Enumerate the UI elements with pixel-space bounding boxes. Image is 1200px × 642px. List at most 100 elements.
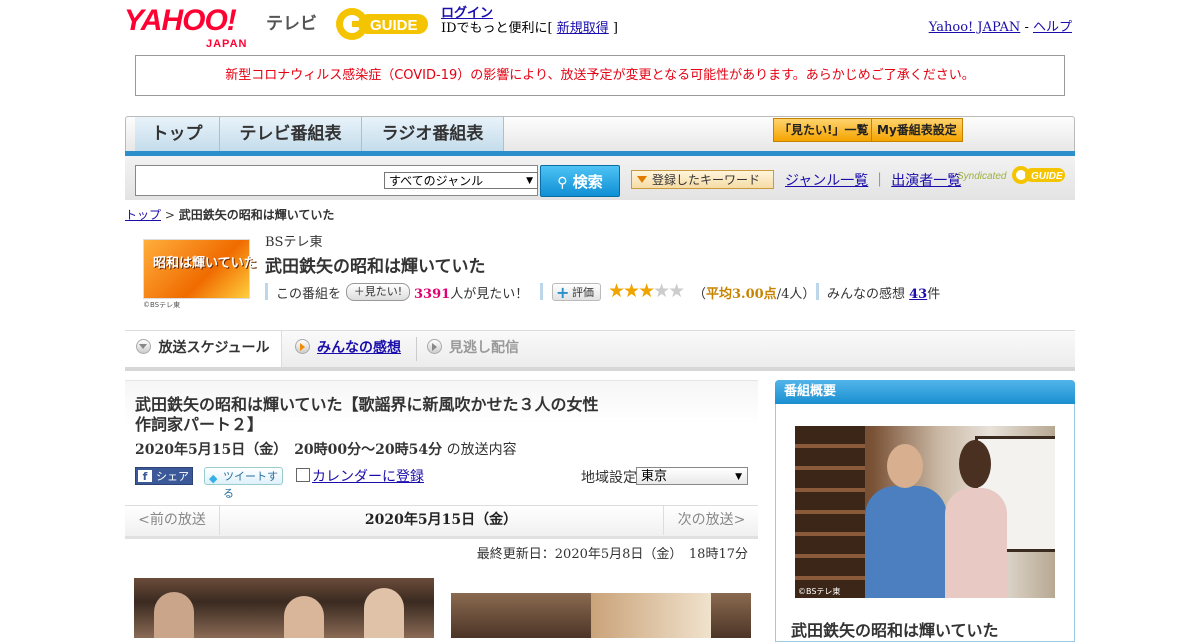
episode-date-suffix: の放送内容 — [446, 442, 517, 458]
divider — [816, 283, 819, 300]
twitter-icon: ◆ — [209, 472, 218, 485]
gguide-logo[interactable]: GUIDE — [334, 6, 434, 42]
mitai-list-button[interactable]: 「見たい!」一覧 — [773, 118, 875, 142]
episode-date: 2020年5月15日（金） 20時00分～20時54分 の放送内容 — [135, 439, 517, 459]
signup-link[interactable]: 新規取得 — [557, 21, 609, 36]
prev-broadcast-link[interactable]: <前の放送 — [125, 505, 220, 535]
tab-impressions-label: みんなの感想 — [317, 340, 401, 356]
keyword-button[interactable]: 登録したキーワード — [631, 170, 774, 189]
program-title: 武田鉄矢の昭和は輝いていた — [265, 257, 486, 277]
rating-average: （平均3.00点/4人） — [693, 283, 815, 302]
tab-impressions[interactable]: みんなの感想 — [295, 331, 401, 367]
sub-tabs: 放送スケジュール みんなの感想 見逃し配信 — [125, 330, 1075, 371]
syndicated-logo: Syndicated GUIDE — [957, 163, 1067, 187]
breadcrumb-top[interactable]: トップ — [125, 208, 161, 222]
main-nav: トップ テレビ番組表 ラジオ番組表 「見たい!」一覧 My番組表設定 — [125, 116, 1075, 153]
region-select-value: 東京 — [641, 469, 668, 484]
chevron-down-icon — [136, 339, 152, 354]
program-thumbnail-text: 昭和は輝いていた — [153, 256, 257, 271]
episode-title: 武田鉄矢の昭和は輝いていた【歌謡界に新風吹かせた３人の女性作詞家パート２】 — [135, 395, 599, 434]
want-count: 3391人が見たい！ — [414, 283, 528, 302]
chevron-right-icon — [295, 339, 310, 354]
want-prefix: この番組を — [276, 287, 342, 302]
genre-select-value: すべてのジャンル — [389, 174, 484, 188]
search-button-label: 検索 — [572, 173, 603, 191]
episode-photo-1 — [134, 578, 434, 638]
rating-stars: ★★★★★ — [608, 280, 685, 302]
impressions-count-link[interactable]: 43 — [909, 287, 927, 302]
tab-divider — [416, 337, 417, 361]
genre-list-link[interactable]: ジャンル一覧 — [785, 173, 868, 189]
yahoo-logo-text: YAHOO! — [124, 4, 237, 37]
impressions-prefix: みんなの感想 — [827, 287, 910, 302]
star-empty-icons: ★★ — [653, 280, 685, 302]
photo-copyright: ©BSテレ東 — [798, 587, 841, 596]
calendar-icon — [296, 468, 310, 482]
facebook-share-button[interactable]: f シェア — [135, 467, 193, 485]
search-icon: ⚲ — [557, 175, 568, 191]
top-right-links: Yahoo! JAPAN - ヘルプ — [929, 16, 1072, 35]
triangle-down-icon — [637, 176, 647, 183]
evaluate-button-label: 評価 — [572, 286, 594, 299]
login-note-prefix: IDでもっと便利に[ — [441, 21, 557, 36]
tab-schedule-label: 放送スケジュール — [158, 340, 270, 356]
region-label: 地域設定 — [581, 470, 637, 486]
episode-photo-2 — [451, 593, 751, 638]
last-updated: 最終更新日：2020年5月8日（金） 18時17分 — [476, 547, 748, 562]
syndicated-logo-text: GUIDE — [1031, 171, 1063, 182]
nav-tab-radio[interactable]: ラジオ番組表 — [362, 117, 504, 151]
avg-score: 平均3.00点 — [706, 287, 777, 302]
impressions-suffix: 件 — [927, 287, 941, 302]
syndicated-label: Syndicated — [957, 171, 1007, 182]
keyword-button-label: 登録したキーワード — [652, 173, 761, 187]
yahoo-japan-logo[interactable]: YAHOO! JAPAN — [124, 4, 246, 50]
breadcrumb-sep: > — [161, 208, 179, 222]
divider — [540, 283, 543, 300]
facebook-icon: f — [138, 470, 152, 483]
login-note-suffix: ] — [608, 21, 618, 36]
avg-prefix: （ — [693, 287, 707, 302]
my-bangumi-button[interactable]: My番組表設定 — [871, 118, 963, 142]
tweet-button[interactable]: ◆ ツイートする — [204, 467, 283, 500]
tab-schedule[interactable]: 放送スケジュール — [125, 331, 282, 367]
genre-select[interactable]: すべてのジャンル ▼ — [384, 172, 538, 189]
avg-suffix: /4人） — [776, 287, 816, 302]
region-select[interactable]: 東京 ▼ — [636, 467, 748, 485]
current-broadcast-date: 2020年5月15日（金） — [364, 512, 518, 528]
tab-catchup-label: 見逃し配信 — [449, 340, 519, 356]
breadcrumb: トップ > 武田鉄矢の昭和は輝いていた — [125, 206, 334, 223]
program-overview-title: 武田鉄矢の昭和は輝いていた — [791, 621, 999, 640]
yahoo-logo-sub: JAPAN — [206, 38, 248, 50]
nav-tab-top[interactable]: トップ — [135, 117, 220, 151]
want-suffix: 人が見たい！ — [450, 287, 529, 302]
search-links: ジャンル一覧 ｜ 出演者一覧 — [785, 170, 961, 190]
chevron-right-icon — [427, 339, 442, 354]
channel-name: BSテレ東 — [265, 235, 323, 250]
program-overview-photo — [795, 426, 1055, 598]
impressions: みんなの感想 43件 — [827, 283, 940, 302]
star-filled-icons: ★★★ — [608, 280, 655, 302]
performer-list-link[interactable]: 出演者一覧 — [891, 173, 961, 189]
plus-icon: + — [556, 283, 570, 302]
next-broadcast-link[interactable]: 次の放送> — [663, 505, 759, 535]
facebook-share-label: シェア — [156, 470, 189, 483]
yahoo-japan-link[interactable]: Yahoo! JAPAN — [929, 20, 1021, 35]
episode-datetime: 2020年5月15日（金） 20時00分～20時54分 — [135, 442, 443, 458]
calendar-register-link[interactable]: カレンダーに登録 — [296, 466, 424, 486]
links-separator: ｜ — [872, 173, 887, 189]
login-link[interactable]: ログイン — [441, 6, 493, 21]
thumbnail-copyright: ©BSテレ東 — [143, 301, 181, 309]
nav-tab-tv[interactable]: テレビ番組表 — [220, 117, 362, 151]
chevron-down-icon: ▼ — [526, 176, 533, 186]
top-links-separator: - — [1020, 20, 1033, 35]
breadcrumb-current: 武田鉄矢の昭和は輝いていた — [178, 208, 335, 222]
tv-label[interactable]: テレビ — [266, 9, 317, 34]
chevron-down-icon: ▼ — [735, 472, 742, 482]
help-link[interactable]: ヘルプ — [1033, 20, 1072, 35]
covid-notice: 新型コロナウィルス感染症（COVID-19）の影響により、放送予定が変更となる可… — [135, 55, 1065, 96]
tab-catchup[interactable]: 見逃し配信 — [427, 331, 519, 367]
want-button[interactable]: ＋見たい! — [346, 283, 410, 301]
program-overview-heading: 番組概要 — [775, 380, 1075, 404]
evaluate-button[interactable]: + 評価 — [552, 283, 601, 302]
search-button[interactable]: ⚲ 検索 — [540, 165, 620, 197]
